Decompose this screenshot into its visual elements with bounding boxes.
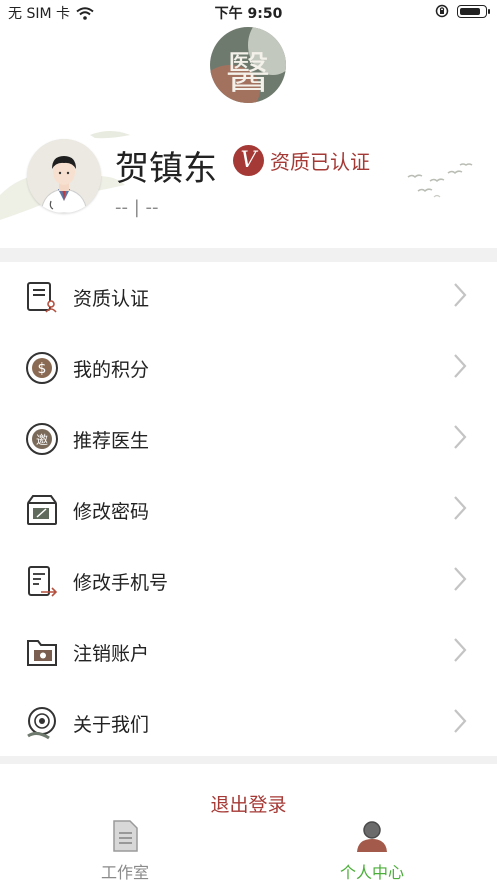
chevron-right-icon bbox=[454, 496, 467, 520]
chevron-right-icon bbox=[454, 709, 467, 733]
menu-item-label: 推荐医生 bbox=[73, 430, 150, 452]
status-bar: 无 SIM 卡 下午 9:50 bbox=[0, 0, 497, 24]
person-icon bbox=[357, 821, 387, 852]
document-icon bbox=[113, 820, 138, 852]
chevron-right-icon bbox=[454, 354, 467, 378]
phone-change-icon bbox=[24, 563, 60, 599]
battery-icon bbox=[457, 4, 490, 18]
user-subtitle: -- | -- bbox=[115, 197, 159, 218]
menu-item-about-us[interactable]: 关于我们 bbox=[0, 688, 497, 759]
tab-workroom[interactable]: 工作室 bbox=[65, 819, 185, 883]
svg-text:邀: 邀 bbox=[36, 432, 48, 447]
certificate-icon bbox=[24, 279, 60, 315]
tab-label: 个人中心 bbox=[339, 863, 404, 882]
svg-text:$: $ bbox=[38, 361, 47, 377]
settings-menu: 资质认证 $ 我的积分 邀 推荐医生 修改密码 修改手机号 注销账户 关于我们 bbox=[0, 262, 497, 759]
menu-item-change-password[interactable]: 修改密码 bbox=[0, 475, 497, 546]
orientation-lock-icon bbox=[435, 4, 449, 18]
chevron-right-icon bbox=[454, 638, 467, 662]
account-folder-icon bbox=[24, 634, 60, 670]
birds-decoration bbox=[407, 163, 473, 198]
chevron-right-icon bbox=[454, 425, 467, 449]
menu-item-certification[interactable]: 资质认证 bbox=[0, 262, 497, 333]
verified-badge: V 资质已认证 bbox=[233, 145, 370, 176]
menu-item-change-phone[interactable]: 修改手机号 bbox=[0, 546, 497, 617]
chevron-right-icon bbox=[454, 567, 467, 591]
verified-v-icon: V bbox=[233, 145, 264, 176]
menu-item-label: 修改密码 bbox=[73, 501, 150, 523]
profile-header: 贺镇东 V 资质已认证 -- | -- bbox=[0, 125, 497, 240]
section-divider-top bbox=[0, 248, 497, 262]
invite-icon: 邀 bbox=[24, 421, 60, 457]
verified-text: 资质已认证 bbox=[270, 150, 370, 174]
status-right bbox=[435, 4, 490, 18]
app-logo: 醫 bbox=[210, 27, 286, 103]
chevron-right-icon bbox=[454, 283, 467, 307]
menu-item-points[interactable]: $ 我的积分 bbox=[0, 333, 497, 404]
avatar[interactable] bbox=[27, 139, 101, 213]
menu-item-recommend-doctor[interactable]: 邀 推荐医生 bbox=[0, 404, 497, 475]
menu-item-delete-account[interactable]: 注销账户 bbox=[0, 617, 497, 688]
section-divider-bottom bbox=[0, 756, 497, 764]
menu-item-label: 注销账户 bbox=[73, 643, 150, 665]
menu-item-label: 修改手机号 bbox=[73, 572, 169, 594]
menu-item-label: 我的积分 bbox=[73, 359, 150, 381]
tab-label: 工作室 bbox=[100, 863, 149, 882]
about-eye-icon bbox=[24, 705, 60, 741]
tab-personal-center[interactable]: 个人中心 bbox=[312, 819, 432, 883]
menu-item-label: 关于我们 bbox=[73, 714, 150, 736]
logout-button[interactable]: 退出登录 bbox=[0, 790, 497, 817]
menu-item-label: 资质认证 bbox=[73, 288, 150, 310]
points-coin-icon: $ bbox=[24, 350, 60, 386]
status-time: 下午 9:50 bbox=[214, 6, 283, 22]
doctor-avatar-icon bbox=[27, 139, 101, 213]
tab-bar: 工作室 个人中心 bbox=[0, 815, 497, 883]
password-box-icon bbox=[24, 492, 60, 528]
user-name: 贺镇东 bbox=[115, 149, 217, 189]
